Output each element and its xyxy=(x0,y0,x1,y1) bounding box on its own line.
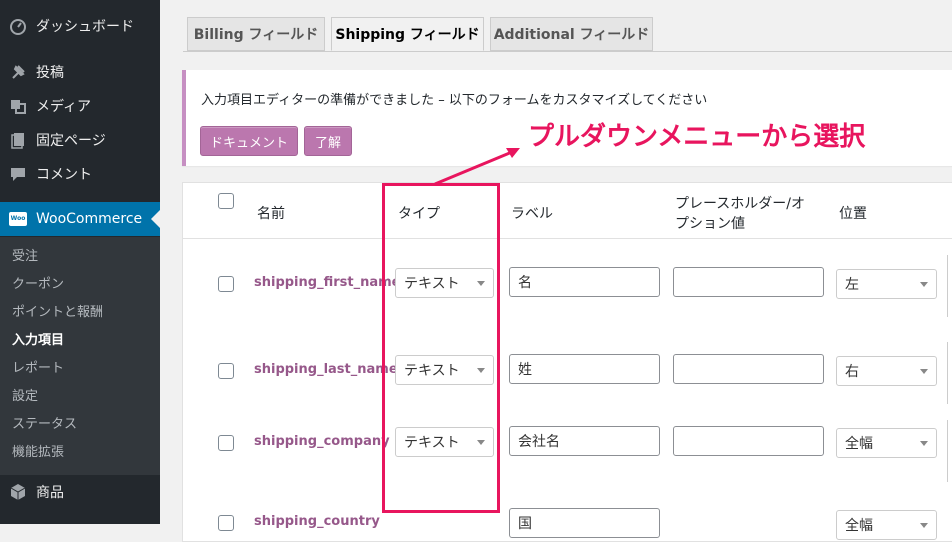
field-name-link[interactable]: shipping_last_name xyxy=(254,362,398,377)
column-header-label: ラベル xyxy=(511,206,553,222)
row-checkbox[interactable] xyxy=(218,276,234,292)
table-edge xyxy=(947,420,952,482)
select-all-checkbox[interactable] xyxy=(218,193,234,209)
sidebar-item-label: 固定ページ xyxy=(36,133,106,149)
sidebar-item-label: 商品 xyxy=(36,485,64,501)
dashboard-icon xyxy=(9,17,27,35)
label-input[interactable]: 姓 xyxy=(509,354,660,384)
sidebar-item-woocommerce[interactable]: Woo WooCommerce xyxy=(0,202,160,236)
chevron-down-icon xyxy=(920,441,928,446)
media-icon xyxy=(9,97,27,115)
admin-sidebar: ダッシュボード 投稿 メディア 固定ページ コメント Woo WooCommer… xyxy=(0,0,160,524)
label-input-value: 名 xyxy=(518,275,532,291)
submenu-item-status[interactable]: ステータス xyxy=(12,414,77,436)
type-column-highlight xyxy=(382,183,500,513)
position-select[interactable]: 左 xyxy=(836,269,937,299)
submenu-item-coupons[interactable]: クーポン xyxy=(12,274,64,296)
current-menu-arrow xyxy=(151,210,160,228)
column-header-position: 位置 xyxy=(839,206,867,222)
placeholder-input[interactable] xyxy=(673,426,824,456)
box-icon xyxy=(9,483,27,501)
annotation-arrow xyxy=(434,148,520,186)
placeholder-input[interactable] xyxy=(673,267,824,297)
table-edge xyxy=(947,255,952,317)
position-select-value: 左 xyxy=(845,277,859,293)
documentation-button[interactable]: ドキュメント xyxy=(200,126,298,156)
sidebar-item-comments[interactable]: コメント xyxy=(0,157,160,191)
label-input[interactable]: 会社名 xyxy=(509,426,660,456)
woo-logo-text: Woo xyxy=(9,212,27,226)
column-header-placeholder: プレースホルダー/オ xyxy=(675,196,806,212)
tab-shipping[interactable]: Shipping フィールド xyxy=(331,17,484,51)
sidebar-item-label: WooCommerce xyxy=(36,211,143,227)
woocommerce-submenu: 受注 クーポン ポイントと報酬 入力項目 レポート 設定 ステータス 機能拡張 xyxy=(0,237,160,475)
pin-icon xyxy=(9,63,27,81)
sidebar-item-label: 投稿 xyxy=(36,65,64,81)
sidebar-item-products[interactable]: 商品 xyxy=(0,475,160,509)
header-divider xyxy=(183,238,952,239)
notice-message: 入力項目エディターの準備ができました – 以下のフォームをカスタマイズしてくださ… xyxy=(201,93,708,108)
placeholder-input[interactable] xyxy=(673,354,824,384)
label-input[interactable]: 国 xyxy=(509,508,660,538)
label-input-value: 会社名 xyxy=(518,434,560,450)
label-input[interactable]: 名 xyxy=(509,267,660,297)
comment-icon xyxy=(9,165,27,183)
tab-additional[interactable]: Additional フィールド xyxy=(490,17,653,51)
woocommerce-icon: Woo xyxy=(9,210,27,228)
label-input-value: 国 xyxy=(518,516,532,532)
position-select-value: 全幅 xyxy=(845,518,873,534)
field-name-link[interactable]: shipping_company xyxy=(254,434,390,449)
annotation-label: プルダウンメニューから選択 xyxy=(528,122,866,152)
sidebar-item-media[interactable]: メディア xyxy=(0,89,160,123)
row-checkbox[interactable] xyxy=(218,363,234,379)
submenu-item-points[interactable]: ポイントと報酬 xyxy=(12,302,103,324)
position-select[interactable]: 右 xyxy=(836,356,937,386)
page-icon xyxy=(9,131,27,149)
sidebar-item-pages[interactable]: 固定ページ xyxy=(0,123,160,157)
position-select[interactable]: 全幅 xyxy=(836,510,937,540)
submenu-item-orders[interactable]: 受注 xyxy=(12,246,38,268)
submenu-item-settings[interactable]: 設定 xyxy=(12,386,38,408)
column-header-options: プション値 xyxy=(675,216,745,232)
sidebar-item-posts[interactable]: 投稿 xyxy=(0,55,160,89)
fields-table: 名前 タイプ ラベル プレースホルダー/オ プション値 位置 shipping_… xyxy=(182,182,952,542)
field-name-link[interactable]: shipping_first_name xyxy=(254,275,400,290)
position-select-value: 全幅 xyxy=(845,436,873,452)
field-name-link[interactable]: shipping_country xyxy=(254,514,380,529)
dismiss-button[interactable]: 了解 xyxy=(304,126,352,156)
position-select-value: 右 xyxy=(845,364,859,380)
chevron-down-icon xyxy=(920,282,928,287)
row-checkbox[interactable] xyxy=(218,435,234,451)
sidebar-item-dashboard[interactable]: ダッシュボード xyxy=(0,9,160,43)
label-input-value: 姓 xyxy=(518,362,532,378)
submenu-item-extensions[interactable]: 機能拡張 xyxy=(12,442,64,464)
table-edge xyxy=(947,342,952,404)
tab-billing[interactable]: Billing フィールド xyxy=(187,17,325,51)
submenu-item-reports[interactable]: レポート xyxy=(12,358,64,380)
row-checkbox[interactable] xyxy=(218,515,234,531)
column-header-name: 名前 xyxy=(257,206,285,222)
submenu-item-fields[interactable]: 入力項目 xyxy=(12,330,64,352)
chevron-down-icon xyxy=(920,369,928,374)
sidebar-item-label: ダッシュボード xyxy=(36,19,134,35)
position-select[interactable]: 全幅 xyxy=(836,428,937,458)
tab-divider xyxy=(183,51,952,52)
sidebar-item-label: コメント xyxy=(36,167,92,183)
sidebar-item-label: メディア xyxy=(36,99,92,115)
